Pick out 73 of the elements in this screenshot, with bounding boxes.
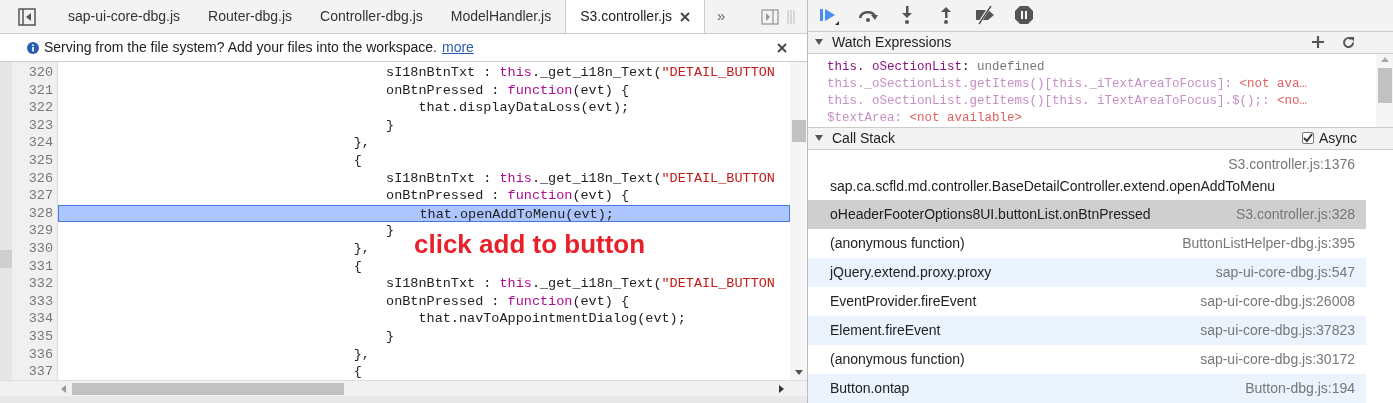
line-number[interactable]: 330 (28, 240, 53, 256)
more-tabs-button[interactable]: » (705, 0, 738, 33)
code-line: } (385, 116, 395, 135)
watch-expression[interactable]: this._oSectionList.getItems()[this._iTextAreaToFocus]: <not ava… (827, 75, 1376, 93)
code-line: }, (352, 134, 370, 152)
watch-expression[interactable]: $textArea: <not available> (827, 109, 1376, 127)
file-tab[interactable]: sap-ui-core-dbg.js (54, 0, 195, 33)
line-number[interactable]: 325 (28, 152, 53, 168)
section-title: Call Stack (832, 128, 896, 148)
line-number[interactable]: 329 (28, 223, 53, 239)
line-number[interactable]: 336 (28, 346, 53, 362)
file-tab[interactable]: Controller-dbg.js (306, 0, 437, 33)
code-line: { (352, 257, 362, 276)
code-line: }, (352, 345, 370, 364)
line-number[interactable]: 326 (28, 170, 53, 186)
sidebar-toggle-icon[interactable] (18, 7, 36, 26)
call-stack-frame[interactable]: jQuery.extend.proxy.proxy sap-ui-core-dbg.js:547 (808, 258, 1366, 287)
close-icon[interactable] (680, 11, 691, 22)
line-number[interactable]: 328 (28, 205, 53, 221)
code-line: that.displayDataLoss(evt); (417, 99, 630, 117)
watch-expression[interactable]: this. oSectionList.getItems()[this. iTextAreaToFocus].$();: <no… (827, 92, 1376, 110)
watch-expression[interactable]: this. oSectionList: undefined (827, 58, 1376, 76)
panel-toggle-icon[interactable] (761, 8, 779, 25)
code-line: } (385, 222, 395, 240)
code-line: sI18nBtnTxt : this._get_i18n_Text("DETAIL_BUTTON (385, 275, 775, 293)
code-line: onBtnPressed : function(evt) { (385, 292, 630, 311)
async-label: Async (1318, 128, 1357, 148)
line-number[interactable]: 323 (28, 117, 53, 133)
sidebar-handle[interactable] (0, 250, 12, 268)
file-tab[interactable]: ModelHandler.js (436, 0, 566, 33)
code-line: }, (352, 239, 370, 258)
info-message: Serving from the file system? Add your files into the workspace. (44, 38, 437, 57)
pause-on-exceptions-icon[interactable] (1013, 4, 1035, 27)
drag-handle-icon[interactable] (787, 8, 795, 25)
scroll-down-icon[interactable] (794, 370, 803, 376)
scroll-right-icon[interactable] (779, 384, 785, 393)
line-number[interactable]: 331 (28, 258, 53, 274)
line-number[interactable]: 324 (28, 135, 53, 151)
line-number[interactable]: 321 (28, 82, 53, 98)
line-number[interactable]: 327 (28, 188, 53, 204)
call-stack-frame[interactable]: Button.ontap Button-dbg.js:194 (808, 374, 1366, 403)
code-line: sI18nBtnTxt : this._get_i18n_Text("DETAIL_BUTTON (385, 169, 775, 188)
line-number[interactable]: 334 (28, 311, 53, 327)
annotation-text: click add to button (414, 231, 646, 257)
file-tab[interactable]: Router-dbg.js (194, 0, 307, 33)
refresh-icon[interactable] (1342, 35, 1355, 49)
info-icon (27, 41, 39, 54)
code-line: } (385, 327, 395, 346)
code-line: sI18nBtnTxt : this._get_i18n_Text("DETAIL_BUTTON (385, 64, 775, 82)
file-tab[interactable]: S3.controller.js (565, 0, 706, 33)
async-checkbox[interactable] (1301, 132, 1314, 145)
code-line: { (352, 151, 362, 170)
code-line: onBtnPressed : function(evt) { (385, 81, 630, 100)
line-number[interactable]: 332 (28, 276, 53, 292)
more-link[interactable]: more (441, 37, 474, 58)
deactivate-breakpoints-icon[interactable] (974, 4, 996, 27)
scrollbar-thumb[interactable] (72, 382, 344, 395)
line-number[interactable]: 337 (28, 364, 53, 380)
line-number[interactable]: 333 (28, 293, 53, 309)
code-line: { (352, 363, 362, 380)
add-icon[interactable] (1312, 36, 1324, 49)
close-icon[interactable] (777, 42, 787, 53)
line-number[interactable]: 335 (28, 328, 53, 344)
line-number[interactable]: 320 (28, 65, 53, 80)
watch-expressions-header[interactable]: Watch Expressions (808, 31, 1393, 54)
scrollbar-thumb[interactable] (791, 120, 806, 142)
code-line: that.navToAppointmentDialog(evt); (417, 310, 686, 328)
line-number[interactable]: 322 (28, 100, 53, 116)
call-stack-frame[interactable]: oHeaderFooterOptions8UI.buttonList.onBtnPressed S3.controller.js:328 (808, 200, 1366, 229)
scrollbar-thumb[interactable] (1377, 67, 1392, 103)
call-stack-frame[interactable]: Element.fireEvent sap-ui-core-dbg.js:37823 (808, 316, 1366, 345)
section-title: Watch Expressions (832, 32, 952, 52)
code-line: onBtnPressed : function(evt) { (385, 187, 630, 205)
